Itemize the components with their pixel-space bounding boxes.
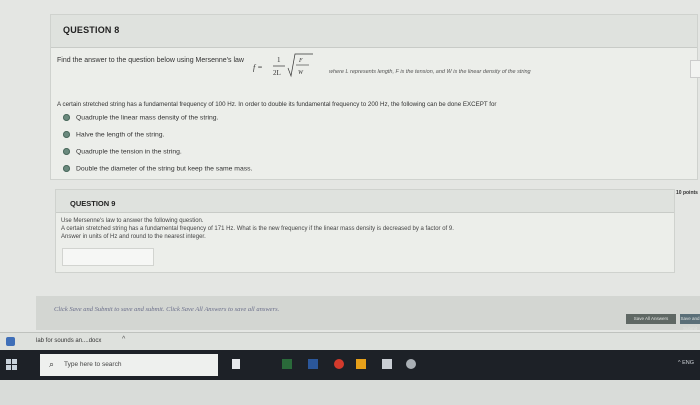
option-label: Quadruple the tension in the string. [76, 148, 182, 156]
task-view-icon[interactable] [232, 359, 240, 369]
question-9-title: QUESTION 9 [70, 199, 116, 208]
spreadsheet-app-icon[interactable] [282, 359, 292, 369]
save-and-submit-button[interactable]: Save and Submit [680, 314, 700, 331]
system-tray[interactable]: ^ ENG [678, 360, 694, 366]
option-4[interactable]: Double the diameter of the string but ke… [63, 165, 252, 172]
option-label: Halve the length of the string. [76, 131, 165, 139]
settings-gear-icon[interactable] [406, 359, 416, 369]
footer-instruction: Click Save and Submit to save and submit… [54, 306, 280, 313]
radio-button[interactable] [63, 114, 70, 121]
bottom-margin [0, 380, 700, 405]
page: QUESTION 8 Find the answer to the questi… [0, 0, 700, 332]
radio-button[interactable] [63, 165, 70, 172]
question-9-line-2: A certain stretched string has a fundame… [61, 226, 454, 232]
taskbar-search[interactable]: ⌕ Type here to search [40, 354, 218, 376]
option-3[interactable]: Quadruple the tension in the string. [63, 148, 182, 155]
word-document-icon [6, 337, 15, 346]
chrome-icon[interactable] [334, 359, 344, 369]
answer-input[interactable] [62, 248, 154, 266]
save-all-answers-button[interactable]: Save All Answers [626, 314, 676, 324]
question-8-header: QUESTION 8 [51, 15, 697, 48]
chevron-up-icon[interactable]: ^ [122, 336, 125, 343]
formula-denominator: 2L [273, 69, 281, 77]
option-label: Double the diameter of the string but ke… [76, 165, 253, 173]
question-9-line-3: Answer in units of Hz and round to the n… [61, 234, 206, 240]
formula-F: F [298, 58, 303, 64]
option-2[interactable]: Halve the length of the string. [63, 131, 164, 138]
formula-W: W [298, 70, 304, 76]
radio-button[interactable] [63, 131, 70, 138]
question-8-card: QUESTION 8 Find the answer to the questi… [50, 14, 698, 180]
formula-numerator: 1 [277, 56, 281, 64]
file-explorer-icon[interactable] [356, 359, 366, 369]
submit-footer: Click Save and Submit to save and submit… [36, 296, 700, 331]
question-8-title: QUESTION 8 [63, 25, 120, 35]
search-icon: ⌕ [49, 359, 55, 369]
download-filename[interactable]: lab for sounds an....docx [36, 338, 101, 344]
download-bar: lab for sounds an....docx ^ [0, 332, 700, 351]
radio-button[interactable] [63, 148, 70, 155]
question-9-line-1: Use Mersenne's law to answer the followi… [61, 218, 204, 224]
search-placeholder: Type here to search [64, 361, 122, 368]
question-8-scenario: A certain stretched string has a fundame… [57, 101, 497, 108]
points-label: 10 points [676, 190, 698, 196]
question-8-prompt: Find the answer to the question below us… [57, 57, 244, 64]
formula-prefix: f = [253, 63, 263, 72]
option-1[interactable]: Quadruple the linear mass density of the… [63, 114, 218, 121]
windows-taskbar: ⌕ Type here to search ^ ENG [0, 350, 700, 380]
word-app-icon[interactable] [308, 359, 318, 369]
option-label: Quadruple the linear mass density of the… [76, 114, 219, 122]
question-9-card: QUESTION 9 Use Mersenne's law to answer … [55, 189, 675, 273]
scroll-handle[interactable] [690, 60, 700, 78]
windows-start-icon[interactable] [6, 359, 18, 371]
question-9-header: QUESTION 9 [56, 190, 674, 213]
formula-tail: where L represents length, F is the tens… [329, 69, 531, 75]
store-icon[interactable] [382, 359, 392, 369]
mersenne-formula: f = 1 2L F W [253, 53, 313, 78]
